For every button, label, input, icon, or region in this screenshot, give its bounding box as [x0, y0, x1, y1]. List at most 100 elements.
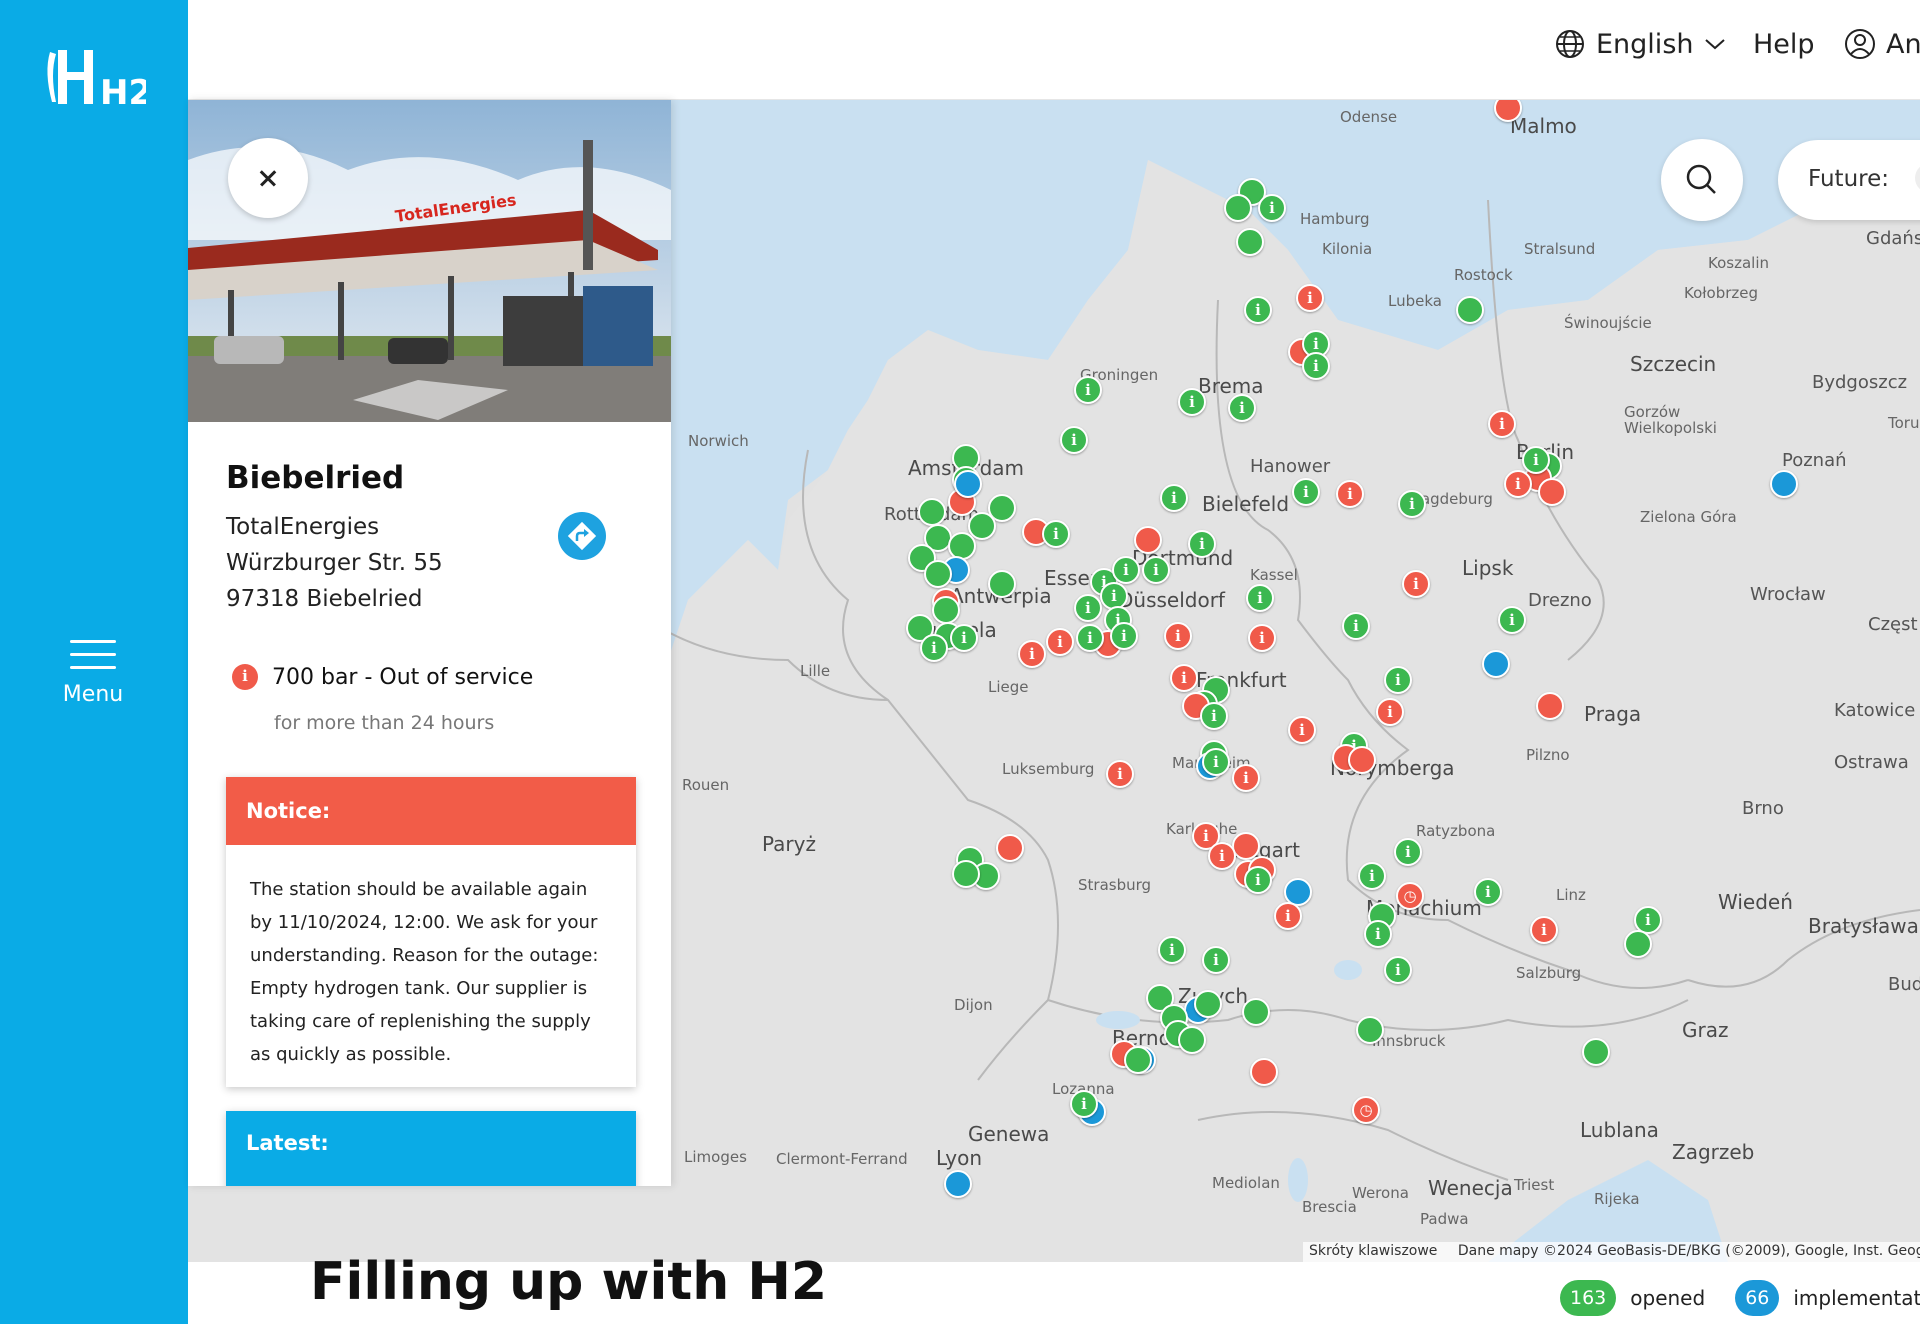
station-marker-available[interactable]: i [1364, 920, 1392, 948]
station-marker-available[interactable]: i [1398, 490, 1426, 518]
language-label: English [1596, 28, 1694, 60]
city-label: Kassel [1250, 566, 1298, 584]
station-marker-available[interactable]: i [1188, 530, 1216, 558]
station-marker-available[interactable]: i [1074, 376, 1102, 404]
logo-text: H2 [100, 73, 146, 112]
station-marker-available[interactable]: i [1522, 446, 1550, 474]
station-marker-available[interactable]: i [1394, 838, 1422, 866]
notice-card: Notice: The station should be available … [226, 777, 636, 1087]
station-marker-available[interactable] [988, 570, 1016, 598]
station-marker-available[interactable]: i [1160, 484, 1188, 512]
help-link[interactable]: Help [1753, 24, 1815, 64]
station-marker-available[interactable]: i [1112, 556, 1140, 584]
station-marker-available[interactable]: i [1202, 748, 1230, 776]
station-marker-available[interactable]: i [1076, 624, 1104, 652]
station-marker-out-of-service[interactable]: i [1504, 470, 1532, 498]
station-marker-out-of-service[interactable]: i [1046, 628, 1074, 656]
station-marker-available[interactable] [1236, 228, 1264, 256]
station-marker-out-of-service[interactable]: i [1164, 622, 1192, 650]
station-marker-available[interactable]: i [1384, 956, 1412, 984]
station-marker-out-of-service[interactable]: i [1106, 760, 1134, 788]
station-marker-out-of-service[interactable]: i [1288, 716, 1316, 744]
city-label: Padwa [1420, 1210, 1469, 1228]
station-marker-available[interactable] [932, 596, 960, 624]
station-marker-available[interactable]: i [950, 624, 978, 652]
station-marker-out-of-service[interactable]: i [1530, 916, 1558, 944]
account-link[interactable]: An [1844, 24, 1920, 64]
station-marker-out-of-service[interactable]: i [1248, 624, 1276, 652]
station-marker-available[interactable]: i [1074, 594, 1102, 622]
station-marker-available[interactable]: i [1042, 520, 1070, 548]
station-marker-available[interactable] [924, 560, 952, 588]
station-marker-available[interactable]: i [1498, 606, 1526, 634]
station-marker-out-of-service[interactable]: i [1274, 902, 1302, 930]
station-marker-available[interactable] [1624, 930, 1652, 958]
map-search-button[interactable] [1661, 139, 1743, 221]
station-marker-available[interactable]: i [1342, 612, 1370, 640]
h2-logo[interactable]: H2 [42, 42, 146, 112]
station-marker-available[interactable]: i [1246, 584, 1274, 612]
station-marker-out-of-service[interactable]: i [1296, 284, 1324, 312]
station-marker-available[interactable]: i [1070, 1090, 1098, 1118]
station-marker-available[interactable]: i [1358, 862, 1386, 890]
city-label: Koszalin [1708, 254, 1769, 272]
station-marker-available[interactable] [1124, 1046, 1152, 1074]
station-marker-planned[interactable] [954, 470, 982, 498]
latest-card[interactable]: Latest: [226, 1111, 636, 1186]
station-marker-out-of-service[interactable]: i [1402, 570, 1430, 598]
station-marker-available[interactable]: i [1474, 878, 1502, 906]
station-marker-out-of-service[interactable]: i [1336, 480, 1364, 508]
station-marker-out-of-service[interactable] [1536, 692, 1564, 720]
station-marker-available[interactable]: i [1202, 946, 1230, 974]
station-marker-available[interactable]: i [1060, 426, 1088, 454]
station-marker-available[interactable]: i [920, 634, 948, 662]
station-marker-available[interactable]: i [1110, 622, 1138, 650]
station-marker-out-of-service[interactable]: i [1376, 698, 1404, 726]
station-marker-out-of-service[interactable]: ◷ [1396, 882, 1424, 910]
station-marker-out-of-service[interactable]: i [1232, 764, 1260, 792]
station-marker-available[interactable] [1224, 194, 1252, 222]
station-marker-available[interactable] [1178, 1026, 1206, 1054]
keyboard-shortcuts-link[interactable]: Skróty klawiszowe [1309, 1243, 1437, 1259]
future-filter[interactable]: Future: [1778, 140, 1920, 220]
directions-button[interactable] [558, 512, 606, 560]
station-marker-available[interactable]: i [1384, 666, 1412, 694]
station-marker-out-of-service[interactable]: i [1488, 410, 1516, 438]
language-selector[interactable]: English [1554, 24, 1726, 64]
city-label: Limoges [684, 1148, 747, 1166]
station-marker-planned[interactable] [944, 1170, 972, 1198]
station-marker-available[interactable]: i [1244, 296, 1272, 324]
station-marker-planned[interactable] [1770, 470, 1798, 498]
station-marker-available[interactable]: i [1244, 866, 1272, 894]
station-marker-out-of-service[interactable] [1348, 746, 1376, 774]
station-marker-available[interactable] [1242, 998, 1270, 1026]
station-marker-out-of-service[interactable] [1250, 1058, 1278, 1086]
station-marker-available[interactable]: i [1200, 702, 1228, 730]
close-panel-button[interactable] [228, 138, 308, 218]
station-marker-available[interactable] [952, 860, 980, 888]
station-marker-out-of-service[interactable]: i [1208, 842, 1236, 870]
station-marker-available[interactable]: i [1178, 388, 1206, 416]
station-marker-out-of-service[interactable] [996, 834, 1024, 862]
menu-button[interactable]: Menu [38, 636, 148, 716]
station-marker-out-of-service[interactable]: i [1170, 664, 1198, 692]
station-marker-out-of-service[interactable]: i [1018, 640, 1046, 668]
station-marker-available[interactable]: i [1158, 936, 1186, 964]
station-marker-available[interactable]: i [1302, 352, 1330, 380]
station-marker-out-of-service[interactable]: ◷ [1352, 1096, 1380, 1124]
station-marker-available[interactable]: i [1228, 394, 1256, 422]
station-marker-available[interactable] [1194, 990, 1222, 1018]
station-marker-out-of-service[interactable] [1538, 478, 1566, 506]
station-marker-available[interactable] [918, 498, 946, 526]
station-marker-available[interactable] [1582, 1038, 1610, 1066]
station-marker-available[interactable]: i [1292, 478, 1320, 506]
station-marker-out-of-service[interactable] [1134, 526, 1162, 554]
station-marker-available[interactable]: i [1142, 556, 1170, 584]
city-label: Bratysława [1808, 914, 1919, 938]
station-marker-planned[interactable] [1482, 650, 1510, 678]
station-marker-available[interactable] [1456, 296, 1484, 324]
station-marker-out-of-service[interactable] [1232, 832, 1260, 860]
city-label: Clermont-Ferrand [776, 1150, 908, 1168]
station-marker-available[interactable] [1356, 1016, 1384, 1044]
station-marker-available[interactable]: i [1258, 194, 1286, 222]
